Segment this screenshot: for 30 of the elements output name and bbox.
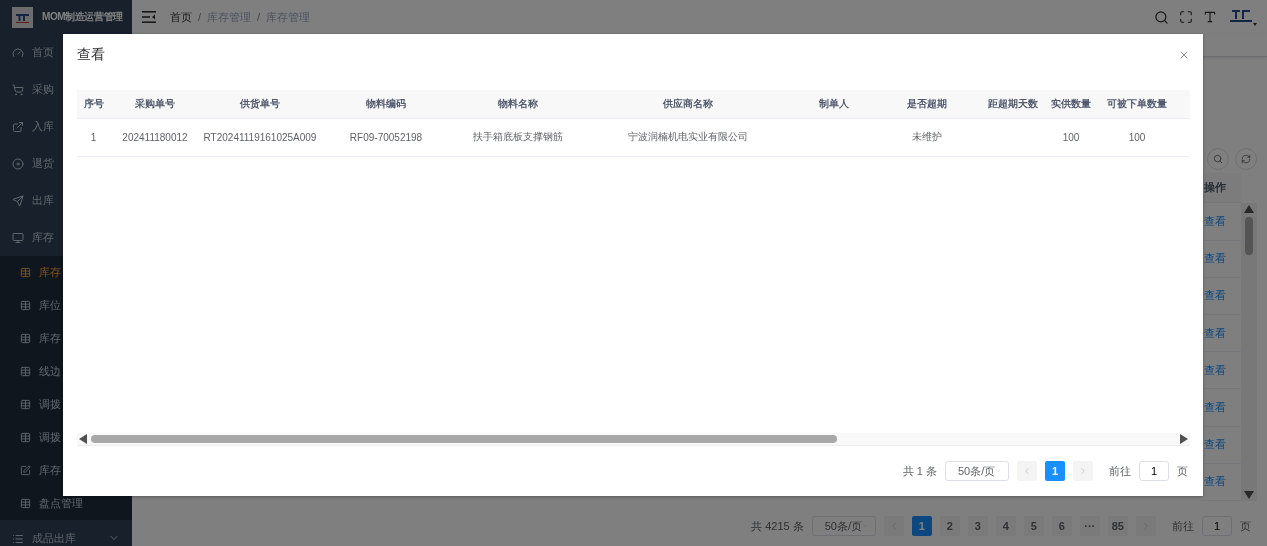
- column-header: 序号: [77, 89, 110, 119]
- table-cell: 100: [1048, 118, 1094, 157]
- dialog-title: 查看: [77, 45, 105, 64]
- table-cell: RF09-70052198: [320, 118, 452, 157]
- app-title: MOM制造运营管理: [42, 10, 123, 24]
- goto-label: 前往: [1109, 463, 1131, 479]
- goto-label: 前往: [1172, 518, 1194, 534]
- total-count: 共 4215 条: [751, 518, 804, 534]
- column-header: 物料编码: [320, 89, 452, 119]
- table-cell: RT20241119161025A009: [200, 118, 320, 157]
- breadcrumb-separator: /: [198, 11, 202, 23]
- table-cell: 宁波润楠机电实业有限公司: [584, 118, 792, 157]
- table-cell: 扶手箱底板支撑钢筋: [452, 118, 584, 157]
- column-header: 供应商名称: [584, 89, 792, 119]
- column-header: 物料名称: [452, 89, 584, 119]
- column-header: 制单人: [792, 89, 876, 119]
- column-header: 供货单号: [200, 89, 320, 119]
- total-count: 共 1 条: [902, 463, 937, 479]
- column-header: 采购单号: [110, 89, 200, 119]
- breadcrumb-separator: /: [257, 11, 261, 23]
- column-header: 是否超期: [876, 89, 978, 119]
- page-suffix: 页: [1177, 463, 1188, 479]
- table-cell: 202411180012: [110, 118, 200, 157]
- table-cell: 1: [77, 118, 110, 157]
- column-header: 实供数量: [1048, 89, 1094, 119]
- column-header: 可被下单数量: [1094, 89, 1180, 119]
- table-cell: 100: [1094, 118, 1180, 157]
- table-cell: 未维护: [876, 118, 978, 157]
- column-header: 距超期天数: [978, 89, 1048, 119]
- page-suffix: 页: [1240, 518, 1251, 534]
